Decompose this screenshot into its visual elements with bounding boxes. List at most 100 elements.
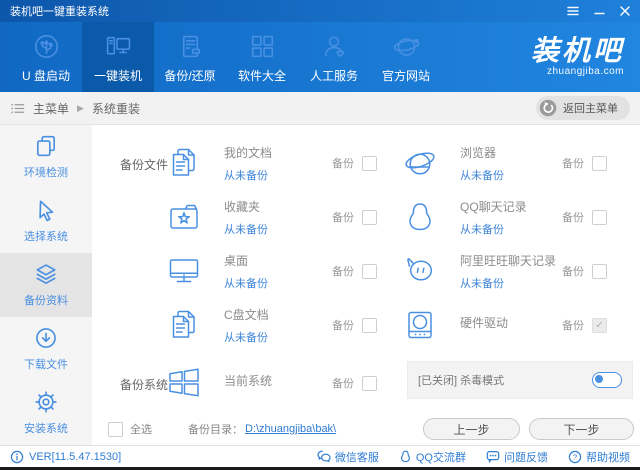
backup-item-desktop: 桌面 从未备份 备份 bbox=[156, 245, 377, 297]
backup-item-my-documents: 我的文档 从未备份 备份 bbox=[156, 137, 377, 189]
item-name: 阿里旺旺聊天记录 bbox=[460, 253, 557, 268]
back-button-label: 返回主菜单 bbox=[563, 103, 618, 115]
app-window: 装机吧一键重装系统 U 盘启动 一键装机 备份/还原 软件大全 人工服务 官方网… bbox=[0, 0, 640, 470]
backup-label: 备份 bbox=[332, 212, 354, 224]
wangwang-bubble-icon bbox=[402, 253, 438, 289]
backup-checkbox[interactable] bbox=[592, 209, 607, 225]
step-sidebar: 环境检测 选择系统 备份资料 下载文件 安装系统 bbox=[0, 125, 92, 445]
backup-label: 备份 bbox=[332, 158, 354, 170]
backup-checkbox[interactable] bbox=[362, 263, 377, 279]
previous-step-button[interactable]: 上一步 bbox=[423, 418, 520, 440]
backup-dir-link[interactable]: D:\zhuangjiba\bak\ bbox=[245, 423, 336, 435]
globe-icon bbox=[393, 33, 420, 60]
sidebar-item-backup-data[interactable]: 备份资料 bbox=[0, 253, 92, 317]
nav-human-service[interactable]: 人工服务 bbox=[298, 22, 370, 92]
sidebar-item-choose-system[interactable]: 选择系统 bbox=[0, 189, 92, 253]
backup-item-browser: 浏览器 从未备份 备份 bbox=[392, 137, 607, 189]
usb-icon bbox=[33, 33, 60, 60]
next-step-button[interactable]: 下一步 bbox=[529, 418, 634, 440]
feedback-link[interactable]: 问题反馈 bbox=[486, 449, 548, 465]
menu-icon[interactable] bbox=[567, 6, 579, 16]
backup-checkbox[interactable] bbox=[592, 155, 607, 171]
backup-dir-label: 备份目录： bbox=[188, 424, 243, 436]
status-links: 微信客服 QQ交流群 问题反馈 ? 帮助视频 bbox=[317, 449, 630, 465]
nav-backup-restore[interactable]: 备份/还原 bbox=[154, 22, 226, 92]
backup-checkbox[interactable] bbox=[362, 317, 377, 333]
item-name: 我的文档 bbox=[224, 145, 273, 160]
sidebar-label: 环境检测 bbox=[24, 167, 68, 179]
item-name: C盘文档 bbox=[224, 307, 269, 322]
item-status[interactable]: 从未备份 bbox=[224, 221, 268, 237]
cursor-icon bbox=[34, 198, 58, 222]
qq-group-link[interactable]: QQ交流群 bbox=[399, 449, 466, 465]
window-controls bbox=[567, 6, 630, 16]
backup-label: 备份 bbox=[332, 320, 354, 332]
backup-label: 备份 bbox=[562, 212, 584, 224]
nav-official-site[interactable]: 官方网站 bbox=[370, 22, 442, 92]
select-all-checkbox[interactable] bbox=[108, 421, 123, 437]
sidebar-label: 选择系统 bbox=[24, 231, 68, 243]
toggle-knob bbox=[595, 375, 603, 383]
backup-item-c-drive-docs: C盘文档 从未备份 备份 bbox=[156, 299, 377, 351]
nav-one-key-install[interactable]: 一键装机 bbox=[82, 22, 154, 92]
item-status[interactable]: 从未备份 bbox=[460, 167, 504, 183]
backup-label: 备份 bbox=[332, 378, 354, 390]
backup-item-hardware-drivers: 硬件驱动 备份 bbox=[392, 299, 607, 351]
nav-label: 软件大全 bbox=[237, 69, 286, 83]
close-icon[interactable] bbox=[620, 6, 630, 16]
item-status[interactable]: 从未备份 bbox=[224, 167, 272, 183]
select-all-label: 全选 bbox=[130, 424, 152, 436]
backup-checkbox[interactable] bbox=[362, 375, 377, 391]
nav-label: U 盘启动 bbox=[21, 69, 70, 83]
person-icon bbox=[321, 33, 348, 60]
folder-star-icon bbox=[166, 199, 202, 235]
chat-bubble-icon bbox=[486, 450, 500, 463]
status-link-label: 微信客服 bbox=[334, 451, 379, 464]
sidebar-label: 安装系统 bbox=[24, 423, 68, 435]
status-link-label: 问题反馈 bbox=[504, 451, 548, 464]
item-status[interactable]: 从未备份 bbox=[460, 275, 556, 291]
sidebar-item-download-files[interactable]: 下载文件 bbox=[0, 317, 92, 381]
item-status[interactable]: 从未备份 bbox=[224, 275, 268, 291]
item-name: 浏览器 bbox=[460, 145, 497, 160]
item-status[interactable]: 从未备份 bbox=[224, 329, 269, 345]
backup-item-aliwangwang-chat: 阿里旺旺聊天记录 从未备份 备份 bbox=[392, 245, 607, 297]
item-name: 收藏夹 bbox=[224, 199, 261, 214]
breadcrumb-root[interactable]: 主菜单 bbox=[33, 100, 69, 117]
minimize-icon[interactable] bbox=[594, 6, 605, 16]
sidebar-label: 备份资料 bbox=[24, 295, 68, 307]
nav-usb-boot[interactable]: U 盘启动 bbox=[10, 22, 82, 92]
browser-icon bbox=[402, 145, 438, 181]
backup-checkbox[interactable] bbox=[592, 263, 607, 279]
documents-icon bbox=[166, 307, 202, 343]
download-icon bbox=[34, 326, 58, 350]
brand-domain: zhuangjiba.com bbox=[546, 66, 624, 77]
grid-icon bbox=[249, 33, 276, 60]
server-icon bbox=[177, 33, 204, 60]
sidebar-item-install-system[interactable]: 安装系统 bbox=[0, 381, 92, 445]
status-link-label: QQ交流群 bbox=[415, 451, 466, 464]
breadcrumb-bar: 主菜单 ▶ 系统重装 返回主菜单 bbox=[0, 92, 640, 125]
backup-checkbox[interactable] bbox=[362, 155, 377, 171]
brand-logo: 装机吧 zhuangjiba.com bbox=[531, 22, 640, 92]
nav-label: 人工服务 bbox=[309, 69, 358, 83]
wechat-support-link[interactable]: 微信客服 bbox=[317, 449, 379, 465]
documents-icon bbox=[166, 145, 202, 181]
nav-software-collection[interactable]: 软件大全 bbox=[226, 22, 298, 92]
nav-label: 一键装机 bbox=[93, 69, 142, 83]
backup-checkbox[interactable] bbox=[362, 209, 377, 225]
backup-label: 备份 bbox=[562, 320, 584, 332]
titlebar: 装机吧一键重装系统 bbox=[0, 0, 640, 22]
item-status[interactable]: 从未备份 bbox=[460, 221, 527, 237]
computer-icon bbox=[105, 33, 132, 60]
help-videos-link[interactable]: ? 帮助视频 bbox=[568, 449, 630, 465]
return-main-menu-button[interactable]: 返回主菜单 bbox=[536, 96, 630, 120]
copy-docs-icon bbox=[34, 134, 58, 158]
backup-checkbox[interactable] bbox=[592, 317, 607, 333]
svg-text:?: ? bbox=[573, 452, 577, 461]
antivirus-toggle[interactable] bbox=[592, 372, 622, 388]
sidebar-item-env-check[interactable]: 环境检测 bbox=[0, 125, 92, 189]
status-bar: VER[11.5.47.1530] 微信客服 QQ交流群 问题反馈 ? 帮助视频 bbox=[0, 445, 640, 467]
item-name: QQ聊天记录 bbox=[460, 199, 527, 214]
info-icon bbox=[10, 450, 24, 464]
